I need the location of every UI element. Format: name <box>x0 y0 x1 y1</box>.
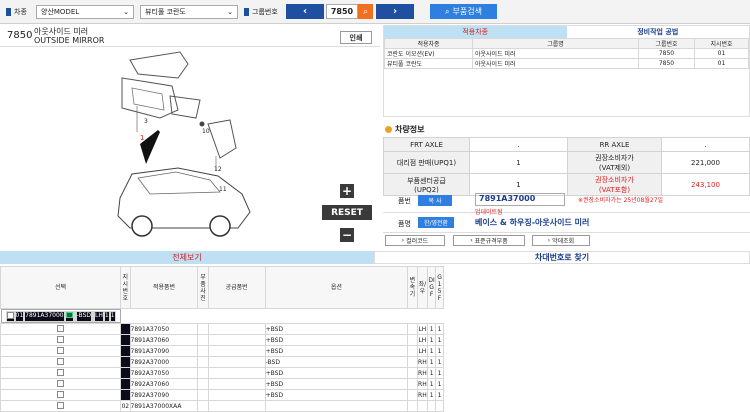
language-toggle-button[interactable]: 한/영전환 <box>418 217 454 228</box>
group-label: 그룹번호 <box>244 7 278 17</box>
table-row[interactable]: 01 7891A37000 -BSD LH 1 1 <box>0 309 121 323</box>
table-row[interactable]: 7892A37000 -BSD RH 1 1 <box>0 356 444 368</box>
tab-apply-model[interactable]: 적용차종 <box>384 26 567 38</box>
callout-12: 12 <box>214 166 222 173</box>
group-number-input[interactable]: 7850 <box>326 4 358 19</box>
table-row[interactable]: 7892A37090 +BSD RH 1 1 <box>0 389 444 401</box>
row-checkbox[interactable] <box>57 346 64 354</box>
reset-button[interactable]: RESET <box>322 205 372 220</box>
row-checkbox[interactable] <box>57 335 64 343</box>
callout-11: 11 <box>219 186 227 193</box>
callout-3: 3 <box>144 118 148 125</box>
tab-view-all[interactable]: 전체보기 <box>0 251 374 264</box>
col-header: 그룹명 <box>472 38 639 49</box>
col-header: 지시번호 <box>120 266 131 309</box>
mirror-base-part <box>169 95 201 119</box>
table-row[interactable]: 7891A37050 +BSD LH 1 1 <box>0 323 444 335</box>
square-icon <box>244 8 249 16</box>
partname-label: 품명 <box>398 220 411 228</box>
square-icon <box>6 8 11 16</box>
chevron-down-icon: ⌄ <box>227 8 233 16</box>
vehicle-name-select[interactable]: 뷰티풀 코란도 ⌄ <box>140 5 238 19</box>
table-row[interactable]: 7892A37060 +BSD RH 1 1 <box>0 378 444 390</box>
col-header: 적용차종 <box>384 38 473 49</box>
callout-10: 10 <box>202 128 210 135</box>
col-header: DIGF <box>427 266 437 309</box>
mirror-cap-part <box>207 119 237 159</box>
photo-icon[interactable] <box>65 311 73 318</box>
row-checkbox[interactable] <box>57 379 64 387</box>
table-row[interactable]: 7891A37060 +BSD LH 1 1 <box>0 334 444 346</box>
info-dot-icon <box>385 126 392 133</box>
table-row[interactable]: 코란도 이모션(EV) 아웃사이드 미러 7850 01 <box>384 48 749 59</box>
standard-part-button[interactable]: › 표준규격부품 <box>453 235 525 246</box>
price-notice: ※권장소비자가는 25년08월27일 <box>578 197 664 204</box>
partno-label: 품번 <box>398 197 411 205</box>
size-lookup-button[interactable]: › 악데조회 <box>532 235 590 246</box>
vehicle-label: 차종 <box>6 7 27 17</box>
col-header: G15F <box>435 266 444 309</box>
zoom-out-button[interactable]: − <box>340 228 354 242</box>
mirror-housing-part <box>121 77 179 119</box>
mirror-cover-part <box>129 51 189 79</box>
part-number: 7850 <box>7 30 33 41</box>
table-row[interactable]: 02 7891A37000XAA <box>0 400 444 412</box>
partname-value: 베이스 & 하우징-아웃사이드 미러 <box>475 218 590 227</box>
update-notice: 업데이트됨 <box>475 209 503 216</box>
col-header: 좌/우 <box>416 266 429 309</box>
partno-field[interactable]: 7891A37000 <box>475 193 565 206</box>
tab-vin-search[interactable]: 차대번호로 찾기 <box>374 251 750 264</box>
col-header: 그룹번호 <box>638 38 695 49</box>
bottom-tabs: 전체보기 차대번호로 찾기 <box>0 251 750 264</box>
col-header: 공급품번 <box>207 266 266 309</box>
col-header: 지시번호 <box>694 38 749 49</box>
col-header: 변속기 <box>407 266 418 309</box>
col-header: 부품사진 <box>197 266 209 309</box>
apply-panel: 적용차종 정비작업 공법 적용차종 그룹명 그룹번호 지시번호 코란도 이모션(… <box>383 25 750 117</box>
search-icon: ⌕ <box>445 6 450 16</box>
part-search-button[interactable]: ⌕ 부품검색 <box>430 4 497 19</box>
table-row[interactable]: 뷰티풀 코란도 아웃사이드 미러 7850 01 <box>384 58 749 69</box>
apply-table: 적용차종 그룹명 그룹번호 지시번호 코란도 이모션(EV) 아웃사이드 미러 7… <box>384 38 749 69</box>
prev-button[interactable]: ‹ <box>286 4 324 19</box>
copy-button[interactable]: 복 사 <box>418 195 452 206</box>
row-checkbox[interactable] <box>57 357 64 365</box>
chevron-down-icon: ⌄ <box>123 8 129 16</box>
vehicle-model-select[interactable]: 양산MODEL ⌄ <box>36 5 134 19</box>
row-checkbox[interactable] <box>6 311 14 319</box>
col-header: 옵션 <box>264 266 409 309</box>
table-row[interactable]: 7891A37090 +BSD LH 1 1 <box>0 345 444 357</box>
part-name-en: OUTSIDE MIRROR <box>34 36 105 45</box>
row-checkbox[interactable] <box>57 401 64 409</box>
vehicle-info-title: 차량정보 <box>385 124 424 135</box>
row-checkbox[interactable] <box>57 390 64 398</box>
parts-diagram <box>117 51 251 237</box>
row-checkbox[interactable] <box>57 368 64 376</box>
search-icon[interactable]: ⌕ <box>358 4 373 19</box>
tab-repair-method[interactable]: 정비작업 공법 <box>566 26 749 38</box>
vehicle-info-table: FRT AXLE. RR AXLE. 대리점 판매(UPQ1) 1 권장소비자가 (V… <box>383 137 750 196</box>
bolt-part <box>199 121 205 127</box>
row-checkbox[interactable] <box>57 324 64 332</box>
col-header: 선택 <box>0 266 122 309</box>
color-code-button[interactable]: › 컬러코드 <box>385 235 445 246</box>
callout-1: 1 <box>140 134 145 142</box>
next-button[interactable]: › <box>376 4 414 19</box>
vehicle-illustration <box>117 167 251 237</box>
table-row[interactable]: 7892A37050 +BSD RH 1 1 <box>0 367 444 379</box>
parts-list-table: 선택 지시번호 적용품번 부품사진 공급품번 옵션 변속기 좌/우 DIGF G… <box>0 266 444 412</box>
col-header: 적용품번 <box>129 266 199 309</box>
print-button[interactable]: 인쇄 <box>340 31 372 44</box>
zoom-in-button[interactable]: + <box>340 184 354 198</box>
